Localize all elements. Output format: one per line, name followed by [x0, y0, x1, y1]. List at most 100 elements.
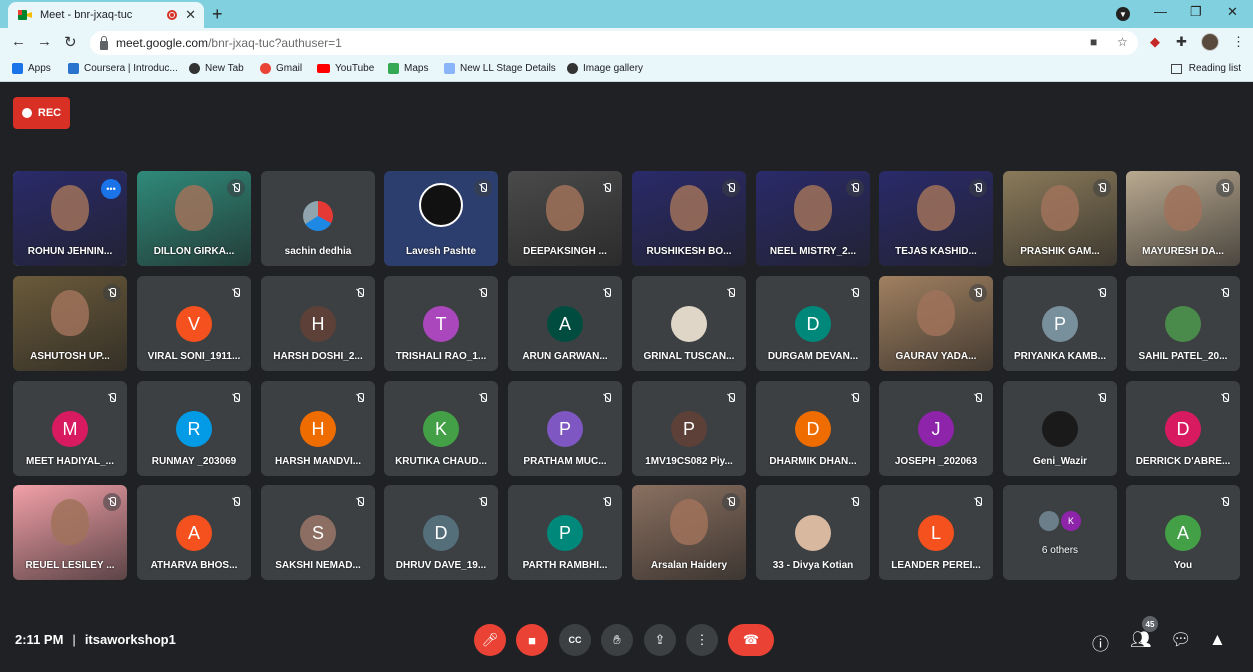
participant-tile[interactable]: RUSHIKESH BO... [632, 171, 746, 266]
mic-off-icon [969, 493, 987, 511]
bookmark-ll-stage[interactable]: New LL Stage Details [444, 63, 556, 74]
tile-options-icon[interactable]: ••• [101, 179, 121, 199]
present-screen-button[interactable]: ⇪ [644, 624, 676, 656]
close-icon[interactable]: ✕ [185, 7, 196, 23]
tab-strip: Meet - bnr-jxaq-tuc ✕ + ▼ — ❐ ✕ [0, 0, 1253, 28]
participant-avatar: V [176, 306, 212, 342]
mic-off-icon [227, 389, 245, 407]
mic-off-icon [1216, 389, 1234, 407]
bookmark-image-gallery[interactable]: Image gallery [567, 63, 643, 74]
participant-tile[interactable]: GRINAL TUSCAN... [632, 276, 746, 371]
participant-tile[interactable]: V VIRAL SONI_1911... [137, 276, 251, 371]
address-bar[interactable]: meet.google.com/bnr-jxaq-tuc?authuser=1 … [90, 31, 1138, 55]
leave-call-button[interactable]: ☎︎ [728, 624, 774, 656]
raise-hand-button[interactable]: ✋︎ [601, 624, 633, 656]
bookmark-maps[interactable]: Maps [388, 63, 428, 74]
bookmark-new-tab[interactable]: New Tab [189, 63, 244, 74]
reading-list-icon [1170, 63, 1182, 74]
participant-tile[interactable]: R RUNMAY _203069 [137, 381, 251, 476]
participant-tile[interactable]: sachin dedhia [261, 171, 375, 266]
google-icon [260, 63, 271, 74]
participant-tile[interactable]: K KRUTIKA CHAUD... [384, 381, 498, 476]
participant-tile[interactable]: D DURGAM DEVAN... [756, 276, 870, 371]
tab-meet[interactable]: Meet - bnr-jxaq-tuc ✕ [8, 2, 204, 28]
meeting-details-icon[interactable]: ⓘ [1092, 630, 1109, 655]
participant-tile[interactable]: M MEET HADIYAL_... [13, 381, 127, 476]
maximize-button[interactable]: ❐ [1190, 4, 1202, 20]
participant-tile[interactable]: PRASHIK GAM... [1003, 171, 1117, 266]
participant-tile[interactable]: DEEPAKSINGH ... [508, 171, 622, 266]
more-options-button[interactable]: ⋮ [686, 624, 718, 656]
participant-name: TRISHALI RAO_1... [395, 351, 487, 362]
bookmark-youtube[interactable]: YouTube [317, 63, 374, 74]
captions-button[interactable]: CC [559, 624, 591, 656]
participant-tile[interactable]: DILLON GIRKA... [137, 171, 251, 266]
participant-tile[interactable]: J JOSEPH _202063 [879, 381, 993, 476]
participant-tile[interactable]: ASHUTOSH UP... [13, 276, 127, 371]
participant-face [51, 499, 89, 545]
participant-name: 1MV19CS082 Piy... [645, 456, 733, 467]
new-tab-button[interactable]: + [212, 4, 223, 25]
back-icon[interactable]: ← [11, 33, 26, 50]
chrome-menu-icon[interactable]: ⋮ [1232, 34, 1245, 50]
profile-avatar[interactable] [1201, 33, 1219, 51]
activities-icon[interactable]: ▲ [1209, 630, 1226, 650]
participant-tile[interactable]: GAURAV YADA... [879, 276, 993, 371]
participant-tile[interactable]: 33 - Divya Kotian [756, 485, 870, 580]
recording-badge[interactable]: REC [13, 97, 70, 129]
participant-tile[interactable]: P PRIYANKA KAMB... [1003, 276, 1117, 371]
star-icon[interactable]: ☆ [1117, 35, 1128, 49]
participant-tile[interactable]: Lavesh Pashte [384, 171, 498, 266]
window-close-button[interactable]: ✕ [1227, 4, 1238, 20]
participant-tile[interactable]: Geni_Wazir [1003, 381, 1117, 476]
bookmark-coursera[interactable]: Coursera | Introduc... [68, 63, 178, 74]
participant-tile[interactable]: A ARUN GARWAN... [508, 276, 622, 371]
participant-tile[interactable]: TEJAS KASHID... [879, 171, 993, 266]
participant-tile[interactable]: ••• ROHUN JEHNIN... [13, 171, 127, 266]
people-icon[interactable]: 👥︎ [1130, 630, 1152, 650]
camera-off-button[interactable]: ■ [516, 624, 548, 656]
participant-tile[interactable]: NEEL MISTRY_2... [756, 171, 870, 266]
participant-tile[interactable]: H HARSH DOSHI_2... [261, 276, 375, 371]
participant-face [175, 185, 213, 231]
camera-icon[interactable]: ■ [1090, 35, 1097, 49]
extensions-puzzle-icon[interactable]: ✚ [1176, 34, 1187, 50]
mic-off-icon [846, 179, 864, 197]
chrome-menu-dot-icon[interactable]: ▼ [1116, 7, 1130, 21]
coursera-icon [68, 63, 79, 74]
participant-tile[interactable]: Arsalan Haidery [632, 485, 746, 580]
participant-tile[interactable]: H HARSH MANDVI... [261, 381, 375, 476]
participant-tile[interactable]: SAHIL PATEL_20... [1126, 276, 1240, 371]
chat-icon[interactable]: 💬︎ [1170, 630, 1192, 650]
participant-tile[interactable]: P PARTH RAMBHI... [508, 485, 622, 580]
participant-tile[interactable]: D DHARMIK DHAN... [756, 381, 870, 476]
participant-face [917, 290, 955, 336]
participant-photo [1165, 306, 1201, 342]
participant-tile[interactable]: S SAKSHI NEMAD... [261, 485, 375, 580]
bookmark-gmail[interactable]: Gmail [260, 63, 302, 74]
participant-tile[interactable]: D DHRUV DAVE_19... [384, 485, 498, 580]
forward-icon[interactable]: → [37, 33, 52, 50]
participant-tile[interactable]: K 6 others [1003, 485, 1117, 580]
participant-name: Lavesh Pashte [405, 246, 477, 257]
extension-shield-icon[interactable]: ◆ [1150, 34, 1160, 50]
participant-avatar: D [423, 515, 459, 551]
participant-photo [671, 306, 707, 342]
reading-list-button[interactable]: Reading list [1170, 63, 1241, 74]
participant-tile[interactable]: L LEANDER PEREI... [879, 485, 993, 580]
bookmark-apps[interactable]: Apps [12, 63, 51, 74]
participant-tile[interactable]: T TRISHALI RAO_1... [384, 276, 498, 371]
participant-tile[interactable]: A ATHARVA BHOS... [137, 485, 251, 580]
bookmarks-bar: Apps Coursera | Introduc... New Tab Gmai… [0, 58, 1253, 82]
microphone-off-button[interactable]: 🎤︎ [474, 624, 506, 656]
participant-tile[interactable]: P 1MV19CS082 Piy... [632, 381, 746, 476]
participant-tile[interactable]: D DERRICK D'ABRE... [1126, 381, 1240, 476]
participant-tile[interactable]: A You [1126, 485, 1240, 580]
participant-tile[interactable]: P PRATHAM MUC... [508, 381, 622, 476]
participant-tile[interactable]: MAYURESH DA... [1126, 171, 1240, 266]
mic-off-icon [474, 493, 492, 511]
participant-tile[interactable]: REUEL LESILEY ... [13, 485, 127, 580]
minimize-button[interactable]: — [1154, 4, 1167, 19]
reload-icon[interactable]: ↻ [64, 33, 77, 51]
participant-avatar: A [1165, 515, 1201, 551]
